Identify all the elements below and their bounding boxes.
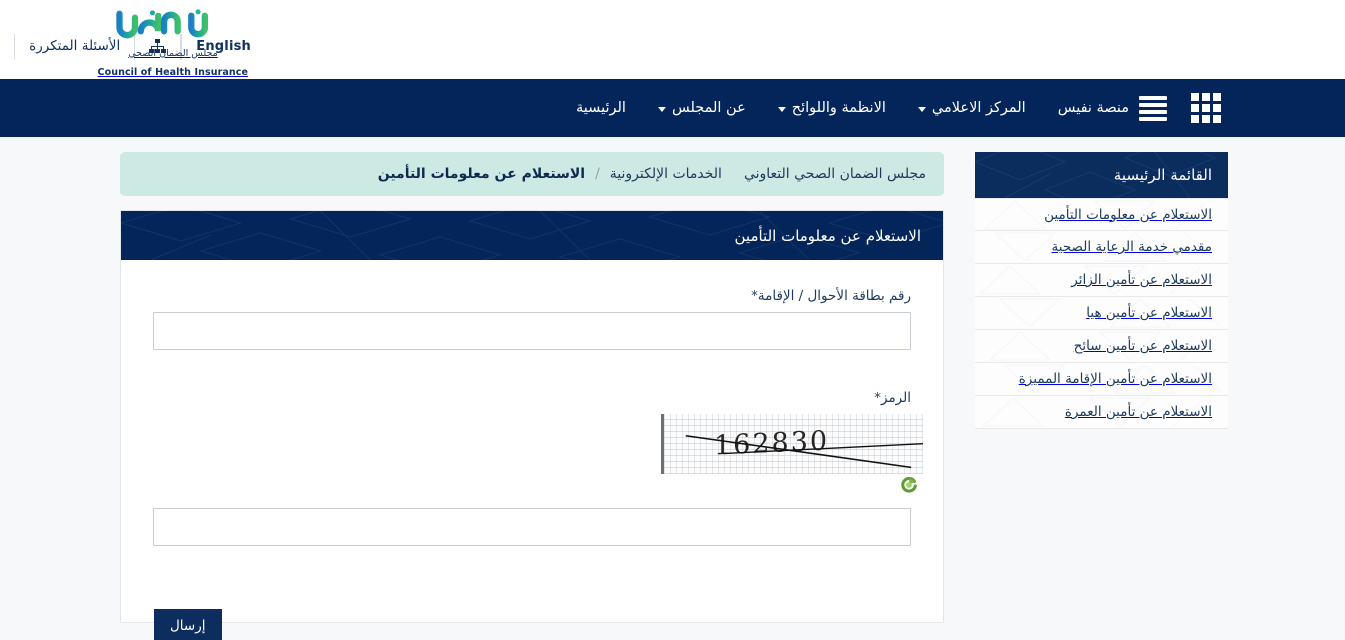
chevron-down-icon — [917, 106, 926, 112]
grid-apps-icon[interactable] — [1191, 93, 1221, 123]
page-root: English الأسئلة المتكررة تواص — [0, 0, 1345, 640]
breadcrumb-separator: / — [595, 166, 600, 182]
sidebar-item-label: مقدمي خدمة الرعاية الصحية — [1051, 239, 1212, 255]
nav-label: المركز الاعلامي — [931, 100, 1026, 116]
id-number-input[interactable] — [153, 312, 911, 350]
captcha-area: 162830 — [153, 414, 923, 502]
captcha-strike-line — [685, 434, 923, 469]
breadcrumb: مجلس الضمان الصحي التعاوني الخدمات الإلك… — [120, 152, 944, 196]
nav-item-media-center[interactable]: المركز الاعلامي — [902, 79, 1042, 137]
sidebar-item-label: الاستعلام عن معلومات التأمين — [1044, 206, 1212, 223]
id-field-label: رقم بطاقة الأحوال / الإقامة* — [751, 288, 911, 304]
chevron-down-icon — [777, 106, 786, 112]
sidebar-item-label: الاستعلام عن تأمين الإقامة المميزة — [1018, 371, 1212, 387]
nav-item-nphies-platform[interactable]: منصة نفيس — [1042, 79, 1145, 137]
captcha-label: الرمز* — [874, 390, 911, 406]
divider — [14, 33, 16, 60]
captcha-input[interactable] — [153, 508, 911, 546]
nav-items: الرئيسية عن المجلس الانظمة واللوائح المر… — [560, 79, 1135, 137]
sidebar-item-tourist-insurance[interactable]: الاستعلام عن تأمين سائح — [975, 330, 1228, 363]
sidebar-item-premium-residency-insurance[interactable]: الاستعلام عن تأمين الإقامة المميزة — [975, 363, 1228, 396]
sidebar-item-visitor-insurance[interactable]: الاستعلام عن تأمين الزائر — [975, 264, 1228, 297]
main-navigation-bar: الرئيسية عن المجلس الانظمة واللوائح المر… — [0, 79, 1345, 137]
insurance-inquiry-panel: الاستعلام عن معلومات التأمين رقم بطاقة ا… — [120, 210, 944, 640]
nav-label: عن المجلس — [671, 100, 746, 116]
contact-us-link[interactable]: تواصل معنا — [0, 34, 14, 60]
breadcrumb-root[interactable]: مجلس الضمان الصحي التعاوني — [744, 166, 926, 182]
breadcrumb-current: الاستعلام عن معلومات التأمين — [377, 166, 586, 182]
sidebar-header: القائمة الرئيسية — [975, 152, 1228, 198]
nav-item-home[interactable]: الرئيسية — [560, 79, 642, 137]
sidebar-item-label: الاستعلام عن تأمين هيا — [1086, 305, 1212, 321]
sidebar-item-healthcare-providers[interactable]: مقدمي خدمة الرعاية الصحية — [975, 231, 1228, 264]
nav-label: الانظمة واللوائح — [791, 100, 886, 116]
nav-icon-group — [1139, 79, 1221, 137]
top-utility-bar: English الأسئلة المتكررة تواص — [0, 0, 1345, 79]
nav-label: الرئيسية — [576, 100, 626, 116]
chevron-down-icon — [657, 106, 666, 112]
sidebar-item-insurance-info[interactable]: الاستعلام عن معلومات التأمين — [975, 198, 1228, 231]
daman-wordmark-icon — [116, 9, 232, 39]
refresh-captcha-icon[interactable] — [900, 476, 918, 494]
logo-subtitle-en: Council of Health Insurance — [97, 67, 248, 78]
captcha-image: 162830 — [661, 414, 923, 474]
sidebar-item-label: الاستعلام عن تأمين العمرة — [1064, 404, 1212, 420]
sidebar-item-haya-insurance[interactable]: الاستعلام عن تأمين هيا — [975, 297, 1228, 330]
sidebar-item-label: الاستعلام عن تأمين سائح — [1073, 338, 1212, 354]
submit-button[interactable]: إرسال — [154, 609, 222, 640]
breadcrumb-section[interactable]: الخدمات الإلكترونية — [610, 166, 722, 182]
nav-item-about-council[interactable]: عن المجلس — [642, 79, 762, 137]
site-logo[interactable]: مجلس الضمان الصحي Council of Health Insu… — [98, 8, 248, 79]
main-menu-sidebar: القائمة الرئيسية الاستعلام عن معلومات ال… — [975, 152, 1228, 429]
panel-title: الاستعلام عن معلومات التأمين — [734, 226, 922, 245]
sidebar-title: القائمة الرئيسية — [1113, 166, 1212, 184]
panel-header: الاستعلام عن معلومات التأمين — [121, 211, 943, 260]
panel-body: رقم بطاقة الأحوال / الإقامة* الرمز* 1628… — [121, 260, 943, 546]
sidebar-item-umrah-insurance[interactable]: الاستعلام عن تأمين العمرة — [975, 396, 1228, 429]
sidebar-item-label: الاستعلام عن تأمين الزائر — [1071, 272, 1212, 288]
nav-item-regulations[interactable]: الانظمة واللوائح — [762, 79, 902, 137]
logo-subtitle-ar: مجلس الضمان الصحي — [128, 48, 218, 59]
nav-label: منصة نفيس — [1057, 100, 1130, 116]
